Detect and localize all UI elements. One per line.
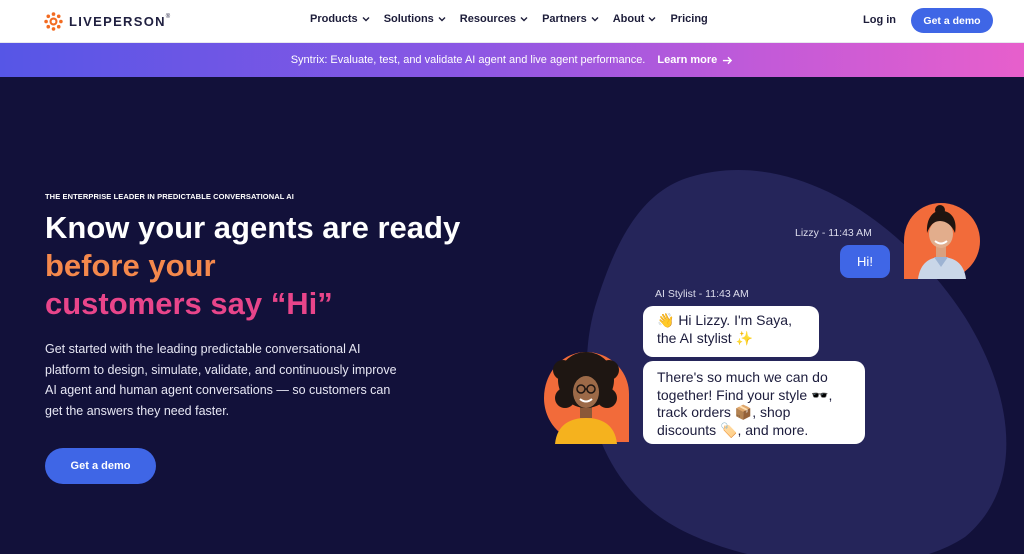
lizzy-avatar [900, 201, 982, 281]
chevron-down-icon [362, 17, 370, 22]
menu-item-about[interactable]: About [613, 13, 657, 25]
top-navigation: LIVEPERSON® Products Solutions Resources… [0, 0, 1024, 43]
hero-headline: Know your agents are ready before your c… [45, 209, 465, 323]
lizzy-avatar-illustration [904, 203, 980, 279]
liveperson-logo-icon [44, 11, 63, 31]
menu-item-label: Resources [459, 13, 517, 25]
lizzy-message-bubble: Hi! [840, 245, 890, 278]
brand-name: LIVEPERSON [69, 13, 166, 29]
chevron-down-icon [438, 17, 446, 22]
announcement-banner: Syntrix: Evaluate, test, and validate AI… [0, 43, 1024, 77]
lizzy-timestamp: Lizzy - 11:43 AM [795, 227, 872, 239]
hero-subcopy: Get started with the leading predictable… [45, 342, 397, 418]
learn-more-link[interactable]: Learn more [657, 54, 733, 66]
saya-avatar-illustration [544, 352, 629, 444]
menu-item-label: About [612, 13, 645, 25]
ai-stylist-timestamp: AI Stylist - 11:43 AM [655, 288, 749, 300]
login-link[interactable]: Log in [863, 14, 896, 26]
chevron-down-icon [520, 17, 528, 22]
chevron-down-icon [591, 17, 599, 22]
menu-item-solutions[interactable]: Solutions [384, 13, 446, 25]
menu-item-pricing[interactable]: Pricing [670, 13, 707, 25]
headline-part-2: before your [45, 248, 216, 283]
learn-more-label: Learn more [657, 54, 718, 66]
banner-text: Syntrix: Evaluate, test, and validate AI… [290, 54, 646, 66]
headline-part-1: Know your agents are ready [45, 210, 461, 245]
menu-item-partners[interactable]: Partners [542, 13, 599, 25]
hero-section: THE ENTERPRISE LEADER IN PREDICTABLE CON… [0, 77, 1024, 554]
arrow-right-icon [723, 56, 733, 64]
menu-item-label: Products [310, 13, 358, 25]
ai-greeting-bubble: 👋 Hi Lizzy. I'm Saya, the AI stylist ✨ [643, 306, 819, 357]
trademark-mark: ® [165, 13, 172, 20]
saya-avatar [541, 348, 632, 444]
menu-item-label: Pricing [670, 13, 708, 25]
liveperson-logo[interactable]: LIVEPERSON® [44, 11, 172, 31]
main-menu: Products Solutions Resources Partners Ab… [310, 13, 722, 25]
menu-item-products[interactable]: Products [310, 13, 370, 25]
menu-item-label: Partners [542, 13, 587, 25]
menu-item-resources[interactable]: Resources [460, 13, 528, 25]
get-demo-button-hero[interactable]: Get a demo [45, 448, 156, 484]
ai-offer-bubble: There's so much we can do together! Find… [643, 361, 865, 444]
get-demo-button-nav[interactable]: Get a demo [911, 8, 993, 33]
chevron-down-icon [648, 17, 656, 22]
hero-eyebrow: THE ENTERPRISE LEADER IN PREDICTABLE CON… [45, 192, 294, 201]
menu-item-label: Solutions [383, 13, 434, 25]
headline-part-3: customers say “Hi” [45, 286, 333, 321]
